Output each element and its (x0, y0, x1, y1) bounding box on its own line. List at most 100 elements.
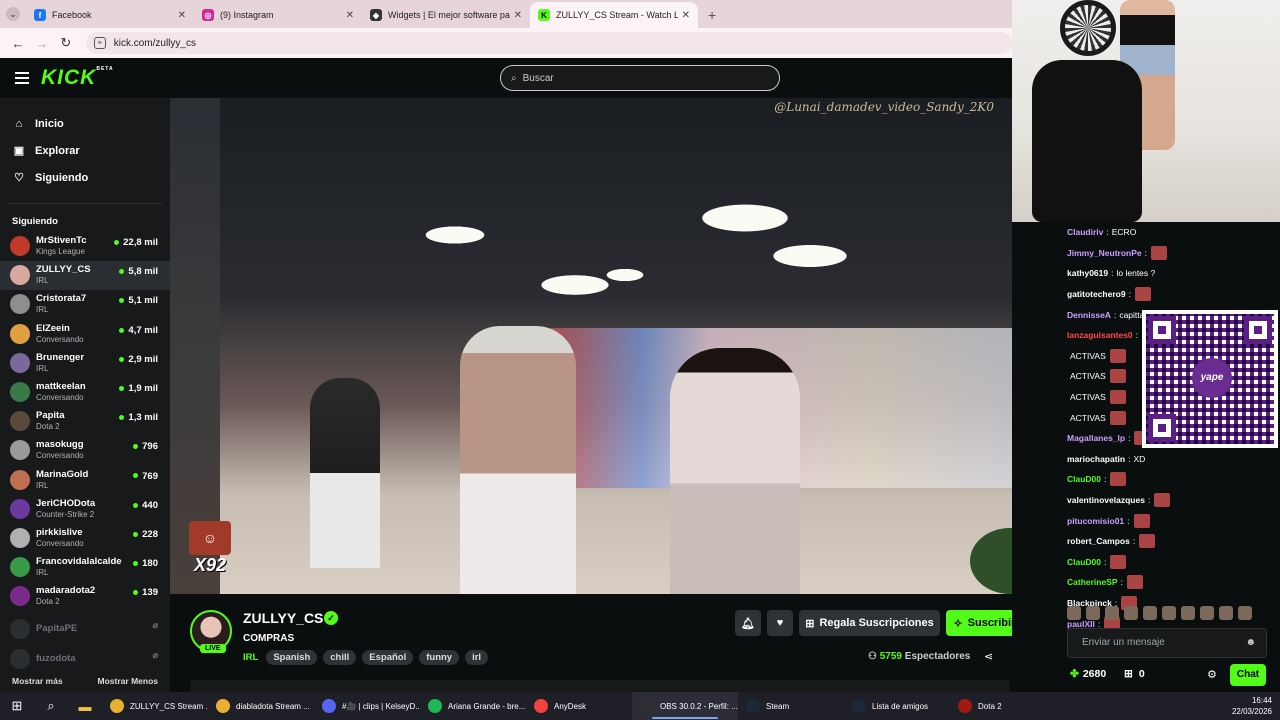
follow-button[interactable]: ♥ (767, 610, 793, 636)
search-input[interactable]: ⌕ Buscar (500, 65, 780, 91)
chat-username[interactable]: gatitotechero9 (1067, 289, 1126, 299)
search-icon[interactable]: ⌕ (34, 692, 68, 720)
chat-username[interactable]: DennisseA (1067, 310, 1111, 320)
new-tab-button[interactable]: + (698, 2, 726, 28)
sidebar-channel[interactable]: ElZeein Conversando 4,7 mil (0, 320, 170, 349)
show-less-button[interactable]: Mostrar Menos (98, 676, 158, 686)
sidebar-channel-offline[interactable]: fuzodota ⌀ (0, 645, 170, 674)
streamer-name[interactable]: ZULLYY_CS (243, 610, 323, 626)
sidebar-channel[interactable]: Cristorata7 IRL 5,1 mil (0, 290, 170, 319)
sidebar-channel[interactable]: ZULLYY_CS IRL 5,8 mil (0, 261, 170, 291)
close-icon[interactable]: ✕ (178, 10, 186, 21)
emote-icon[interactable] (1067, 606, 1081, 620)
tag[interactable]: chill (323, 650, 357, 665)
windows-start-icon[interactable]: ⊞ (0, 692, 34, 720)
emote-icon[interactable] (1200, 606, 1214, 620)
chat-username[interactable]: CatherineSP (1067, 577, 1118, 587)
emote-icon[interactable] (1162, 606, 1176, 620)
back-icon[interactable]: ← (6, 36, 30, 51)
reload-icon[interactable]: ↻ (54, 35, 78, 51)
tab-search-button[interactable]: ⌄ (0, 0, 26, 28)
category-link[interactable]: IRL (243, 652, 258, 663)
chat-username[interactable]: ClauD00 (1067, 557, 1101, 567)
taskbar-app[interactable]: Dota 2 (950, 692, 1056, 720)
chat-input[interactable]: Enviar un mensaje ☻ (1067, 628, 1267, 658)
qr-finder (1148, 414, 1176, 442)
emote-icon[interactable] (1238, 606, 1252, 620)
sidebar-channel[interactable]: masokugg Conversando 796 (0, 436, 170, 465)
sidebar-channel[interactable]: Francovidalalcalde IRL 180 (0, 553, 170, 582)
browse-icon: ▣ (13, 145, 25, 157)
taskbar-app[interactable]: AnyDesk (526, 692, 632, 720)
emote-icon[interactable] (1124, 606, 1138, 620)
video-player[interactable]: @Lunai_damadev_video_Sandy_2K0 ☺ X92 (170, 98, 1012, 594)
notification-button[interactable]: 🔔︎ (735, 610, 761, 636)
chat-username[interactable]: robert_Campos (1067, 536, 1130, 546)
site-info-icon[interactable]: ≡ (93, 37, 106, 49)
taskbar-app[interactable]: #🎥 | clips | KelseyD... (314, 692, 420, 720)
sidebar-channel-offline[interactable]: PapitaPE ⌀ (0, 615, 170, 644)
chat-username[interactable]: mariochapatin (1067, 454, 1125, 464)
emote-icon[interactable] (1105, 606, 1119, 620)
gear-icon[interactable]: ⚙ (1207, 668, 1217, 681)
sidebar-channel[interactable]: MrStivenTc Kings League 22,8 mil (0, 232, 170, 261)
gift-subs-button[interactable]: ⊞ Regala Suscripciones (799, 610, 940, 636)
share-icon[interactable]: ⋖ (984, 650, 993, 663)
taskbar-app[interactable]: Ariana Grande - bre... (420, 692, 526, 720)
close-icon[interactable]: ✕ (514, 10, 522, 21)
sidebar-channel[interactable]: mattkeelan Conversando 1,9 mil (0, 378, 170, 407)
sidebar-item-inicio[interactable]: ⌂ Inicio (0, 110, 170, 137)
viewer-count: 5,1 mil (119, 295, 158, 306)
sidebar-channel[interactable]: Brunenger IRL 2,9 mil (0, 349, 170, 378)
emote-icon[interactable] (1181, 606, 1195, 620)
chat-username[interactable]: valentinovelazques (1067, 495, 1145, 505)
chat-username[interactable]: lanzaguisantes0 (1067, 330, 1133, 340)
emote-icon[interactable] (1086, 606, 1100, 620)
kick-logo[interactable]: KICKBETA (41, 66, 114, 90)
chat-username[interactable]: Magallanes_lp (1067, 433, 1125, 443)
system-clock[interactable]: 16:44 22/03/2026 (1232, 695, 1272, 717)
chat-username[interactable]: pitucomisio01 (1067, 516, 1124, 526)
sidebar-channel[interactable]: JeriCHODota Counter-Strike 2 440 (0, 495, 170, 524)
gift-counter[interactable]: ⊞ 0 (1124, 668, 1145, 680)
sidebar-channel[interactable]: MarinaGold IRL 769 (0, 466, 170, 495)
chat-username[interactable]: Claudiriv (1067, 227, 1103, 237)
tab-kick[interactable]: K ZULLYY_CS Stream - Watch Live ✕ (530, 2, 698, 28)
show-more-button[interactable]: Mostrar más (12, 676, 63, 686)
tag[interactable]: Spanish (266, 650, 318, 665)
taskbar-app[interactable]: OBS 30.0.2 - Perfil: ... (632, 692, 738, 720)
tab-instagram[interactable]: ◎ (9) Instagram ✕ (194, 2, 362, 28)
channel-points[interactable]: ✤ 2680 (1070, 668, 1106, 680)
taskbar-app[interactable]: ZULLYY_CS Stream ... (102, 692, 208, 720)
send-chat-button[interactable]: Chat (1230, 664, 1266, 686)
emote-icon[interactable] (1219, 606, 1233, 620)
emoji-icon[interactable]: ☻ (1245, 629, 1256, 657)
tag[interactable]: funny (419, 650, 460, 665)
sidebar-item-explorar[interactable]: ▣ Explorar (0, 137, 170, 164)
taskbar-app[interactable]: diabladota Stream ... (208, 692, 314, 720)
forward-icon[interactable]: → (30, 36, 54, 51)
sidebar-channel[interactable]: madaradota2 Dota 2 139 (0, 582, 170, 611)
taskbar-app[interactable]: Steam (738, 692, 844, 720)
file-explorer-icon[interactable]: ▬ (68, 692, 102, 720)
chat-username[interactable]: kathy0619 (1067, 268, 1108, 278)
channel-category: Dota 2 (36, 422, 60, 432)
taskbar-app[interactable]: Lista de amigos (844, 692, 950, 720)
tab-facebook[interactable]: f Facebook ✕ (26, 2, 194, 28)
sidebar-channel[interactable]: Papita Dota 2 1,3 mil (0, 407, 170, 436)
sidebar-channel[interactable]: pirkkislive Conversando 228 (0, 524, 170, 553)
home-icon: ⌂ (15, 117, 23, 130)
sidebar-item-siguiendo[interactable]: ♡ Siguiendo (0, 164, 170, 191)
tag[interactable]: Español (362, 650, 414, 665)
chat-username[interactable]: ClauD00 (1067, 474, 1101, 484)
chat-username[interactable]: Jimmy_NeutronPe (1067, 248, 1142, 258)
close-icon[interactable]: ✕ (346, 10, 354, 21)
qr-finder (1148, 316, 1176, 344)
tag[interactable]: irl (465, 650, 489, 665)
url-field[interactable]: ≡ kick.com/zullyy_cs (85, 32, 1013, 54)
menu-icon[interactable] (15, 69, 29, 87)
emote-icon[interactable] (1143, 606, 1157, 620)
tab-widgets[interactable]: ◆ Widgets | El mejor software pa ✕ (362, 2, 530, 28)
qr-finder (1244, 316, 1272, 344)
close-icon[interactable]: ✕ (682, 10, 690, 21)
